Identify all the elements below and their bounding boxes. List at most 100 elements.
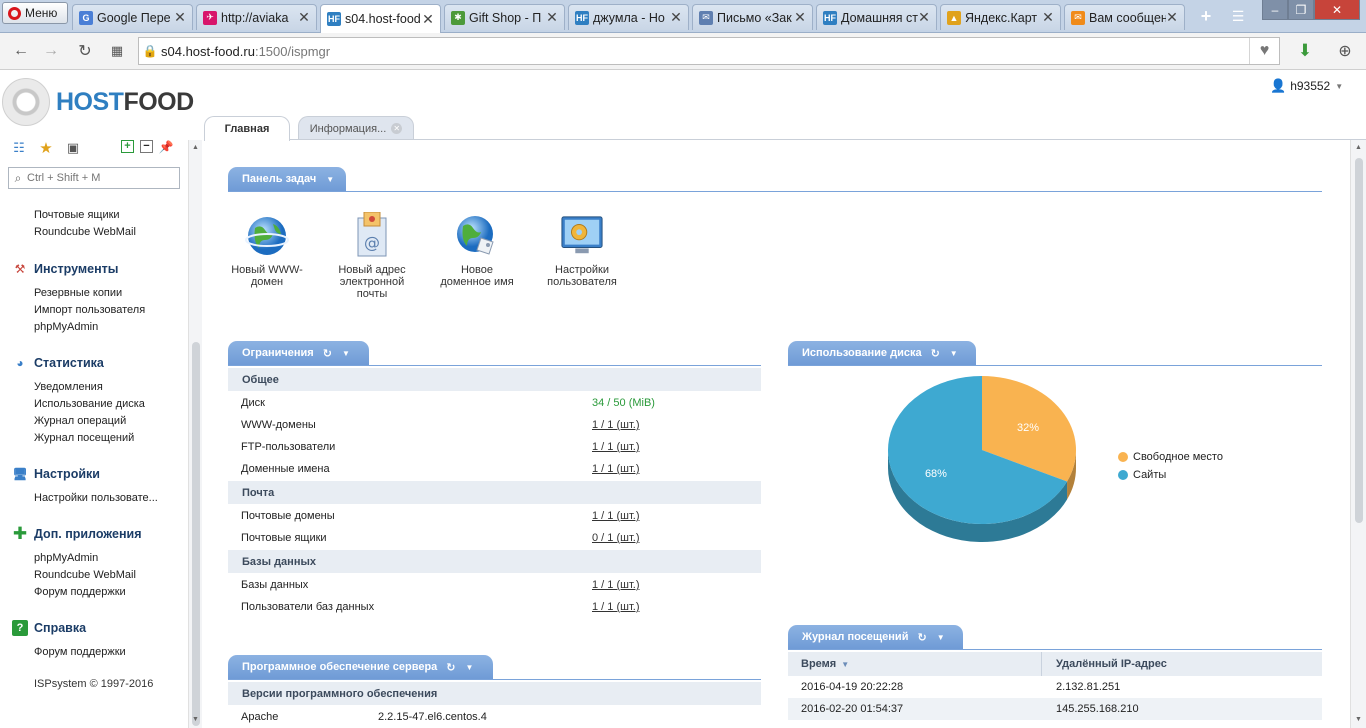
task-user-settings[interactable]: Настройки пользователя (540, 214, 624, 288)
content-scroll-up-icon[interactable]: ▲ (1355, 144, 1362, 151)
sidebar-scrollbar[interactable]: ▲ ▼ (188, 140, 202, 728)
user-menu[interactable]: 👤 h93552 ▼ (1270, 78, 1343, 94)
sidebar-item-mailboxes[interactable]: Почтовые ящики (34, 209, 120, 221)
sidebar-search-input[interactable] (27, 172, 177, 184)
forward-icon[interactable]: → (40, 40, 62, 62)
sidebar-item-backups[interactable]: Резервные копии (34, 287, 122, 299)
limit-value-link[interactable]: 1 / 1 (шт.) (592, 510, 640, 522)
sidebar-section-addons[interactable]: ✚ Доп. приложения (12, 524, 142, 543)
limits-panel-title[interactable]: Ограничения ↻ ▼ (228, 341, 369, 365)
chevron-down-icon[interactable]: ▼ (342, 349, 350, 358)
disk-panel-title[interactable]: Использование диска ↻ ▼ (788, 341, 976, 365)
expand-all-icon[interactable]: + (121, 140, 134, 153)
tree-view-icon[interactable]: ☷ (10, 139, 28, 157)
browser-tab[interactable]: ✉ Вам сообщен ✕ (1064, 4, 1185, 30)
briefcase-icon[interactable]: ▣ (64, 139, 82, 157)
limit-value-link[interactable]: 1 / 1 (шт.) (592, 419, 640, 431)
sidebar-item-addon-roundcube[interactable]: Roundcube WebMail (34, 569, 136, 581)
chevron-down-icon[interactable]: ▼ (466, 663, 474, 672)
task-new-email[interactable]: @ Новый адрес электронной почты (330, 212, 414, 300)
task-new-domain-name[interactable]: Новое доменное имя (435, 214, 519, 288)
tab-info[interactable]: Информация... ✕ (298, 116, 414, 140)
sidebar-item-disk-usage[interactable]: Использование диска (34, 398, 145, 410)
limit-value-link[interactable]: 1 / 1 (шт.) (592, 463, 640, 475)
download-extension-icon[interactable]: ⬇ (1294, 40, 1316, 62)
sidebar-item-user-settings[interactable]: Настройки пользовате... (34, 492, 158, 504)
close-tab-icon[interactable]: ✕ (670, 9, 682, 26)
scroll-down-icon[interactable]: ▼ (192, 716, 199, 723)
taskbar-panel-title[interactable]: Панель задач ▼ (228, 167, 346, 191)
browser-tab[interactable]: ▲ Яндекс.Карт ✕ (940, 4, 1061, 30)
refresh-icon[interactable]: ↻ (917, 631, 926, 644)
favorites-star-icon[interactable]: ★ (37, 139, 55, 157)
sidebar-item-visits-log[interactable]: Журнал посещений (34, 432, 134, 444)
sidebar-section-tools[interactable]: ⚒ Инструменты (12, 261, 119, 277)
bookmark-heart-icon[interactable]: ♥ (1249, 38, 1279, 64)
hostfood-logo[interactable]: HOSTFOOD (2, 77, 194, 127)
sidebar-item-operations-log[interactable]: Журнал операций (34, 415, 126, 427)
tab-menu-icon[interactable]: ☰ (1227, 6, 1249, 26)
visits-panel-title[interactable]: Журнал посещений ↻ ▼ (788, 625, 963, 649)
close-tab-icon[interactable]: ✕ (918, 9, 930, 26)
sidebar-section-stats[interactable]: ◕ Статистика (12, 355, 104, 371)
browser-tab[interactable]: HF джумла - Но ✕ (568, 4, 689, 30)
column-ip[interactable]: Удалённый IP-адрес (1042, 652, 1322, 676)
chevron-down-icon[interactable]: ▼ (326, 175, 334, 184)
new-tab-icon[interactable]: + (1195, 6, 1217, 26)
browser-menu-button[interactable]: Меню (2, 2, 68, 24)
sidebar-item-addon-phpmyadmin[interactable]: phpMyAdmin (34, 552, 98, 564)
close-tab-icon[interactable]: ✕ (1166, 9, 1178, 26)
pin-icon[interactable]: 📌 (159, 140, 174, 154)
limit-value-link[interactable]: 0 / 1 (шт.) (592, 532, 640, 544)
chevron-down-icon[interactable]: ▼ (937, 633, 945, 642)
sidebar-item-roundcube[interactable]: Roundcube WebMail (34, 226, 136, 238)
software-panel-title[interactable]: Программное обеспечение сервера ↻ ▼ (228, 655, 493, 679)
close-tab-icon[interactable]: ✕ (174, 9, 186, 26)
limit-value-link[interactable]: 1 / 1 (шт.) (592, 441, 640, 453)
maximize-icon[interactable]: ❐ (1288, 0, 1314, 20)
content-scrollbar[interactable]: ▲ ▼ (1350, 140, 1366, 728)
sidebar-section-help[interactable]: ? Справка (12, 620, 86, 636)
browser-tab[interactable]: ✉ Письмо «Зак ✕ (692, 4, 813, 30)
close-tab-icon[interactable]: ✕ (422, 11, 434, 28)
back-icon[interactable]: ← (10, 40, 32, 62)
refresh-icon[interactable]: ↻ (931, 347, 940, 360)
tab-close-icon[interactable]: ✕ (391, 123, 403, 134)
sidebar-search[interactable]: ⌕ (8, 167, 180, 189)
close-tab-icon[interactable]: ✕ (1042, 9, 1054, 26)
sidebar-item-notifications[interactable]: Уведомления (34, 381, 103, 393)
content-scroll-thumb[interactable] (1355, 158, 1363, 523)
tab-main[interactable]: Главная (204, 116, 290, 141)
sidebar-scroll-thumb[interactable] (192, 342, 200, 726)
sidebar-item-phpmyadmin[interactable]: phpMyAdmin (34, 321, 98, 333)
browser-tab[interactable]: G Google Пере ✕ (72, 4, 193, 30)
chevron-down-icon[interactable]: ▼ (950, 349, 958, 358)
content-scroll-down-icon[interactable]: ▼ (1355, 716, 1362, 723)
task-new-www-domain[interactable]: Новый WWW-домен (225, 214, 309, 288)
sort-desc-icon[interactable]: ▼ (841, 660, 849, 669)
column-time[interactable]: Время ▼ (788, 652, 1042, 676)
sidebar-item-user-import[interactable]: Импорт пользователя (34, 304, 145, 316)
sidebar-item-help-forum[interactable]: Форум поддержки (34, 646, 126, 658)
sidebar-item-addon-forum[interactable]: Форум поддержки (34, 586, 126, 598)
browser-tab[interactable]: ✱ Gift Shop - П ✕ (444, 4, 565, 30)
browser-tab[interactable]: HF Домашняя ст ✕ (816, 4, 937, 30)
scroll-up-icon[interactable]: ▲ (192, 144, 199, 151)
speed-dial-icon[interactable]: ▦ (106, 40, 128, 62)
sidebar-section-settings[interactable]: 🖥 Настройки (12, 466, 100, 482)
close-tab-icon[interactable]: ✕ (298, 9, 310, 26)
table-row[interactable] (788, 720, 1322, 728)
browser-tab[interactable]: HF s04.host-food ✕ (320, 4, 441, 33)
url-field[interactable]: 🔒 s04.host-food.ru :1500/ispmgr ♥ (138, 37, 1280, 65)
refresh-icon[interactable]: ↻ (323, 347, 332, 360)
limit-value-link[interactable]: 1 / 1 (шт.) (592, 601, 640, 613)
collapse-all-icon[interactable]: − (140, 140, 153, 153)
reload-icon[interactable]: ↻ (74, 40, 96, 62)
close-tab-icon[interactable]: ✕ (794, 9, 806, 26)
limit-value-link[interactable]: 1 / 1 (шт.) (592, 579, 640, 591)
close-window-icon[interactable]: ✕ (1314, 0, 1360, 20)
minimize-icon[interactable]: – (1262, 0, 1288, 20)
browser-tab[interactable]: ✈ http://aviaka ✕ (196, 4, 317, 30)
refresh-icon[interactable]: ↻ (446, 661, 455, 674)
downloads-icon[interactable]: ⊕ (1334, 40, 1356, 62)
